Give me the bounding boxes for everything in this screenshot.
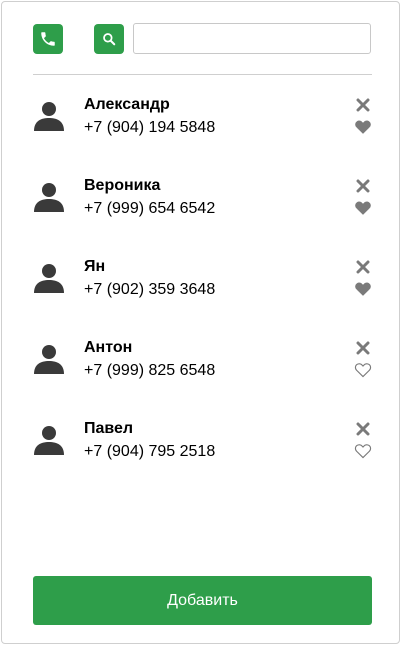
contact-item[interactable]: Вероника +7 (999) 654 6542 [33,169,372,250]
search-icon [103,33,116,46]
close-icon[interactable] [356,341,370,355]
user-avatar-icon [34,426,64,455]
contact-name: Вероника [84,177,161,194]
contact-name: Александр [84,96,170,113]
heart-filled-icon[interactable] [354,119,372,135]
contact-phone: +7 (999) 654 6542 [84,200,216,217]
contact-item[interactable]: Александр +7 (904) 194 5848 [33,88,372,169]
contact-phone: +7 (902) 359 3648 [84,281,216,298]
user-avatar-icon [34,183,64,212]
add-button[interactable]: Добавить [33,576,372,625]
heart-filled-icon[interactable] [354,200,372,216]
close-icon[interactable] [356,260,370,274]
user-avatar-icon [34,102,64,131]
contact-phone: +7 (904) 194 5848 [84,119,216,136]
contact-name: Антон [84,339,133,356]
phone-icon [41,32,55,46]
contact-item[interactable]: Павел +7 (904) 795 2518 [33,412,372,493]
search-input[interactable] [133,23,371,54]
close-icon[interactable] [356,179,370,193]
heart-outline-icon[interactable] [354,362,372,378]
contacts-panel: Александр +7 (904) 194 5848 Вероника +7 … [1,1,400,644]
contact-phone: +7 (999) 825 6548 [84,362,216,379]
phone-button[interactable] [33,24,63,54]
contact-list: Александр +7 (904) 194 5848 Вероника +7 … [33,88,372,493]
search-button[interactable] [94,24,124,54]
contact-phone: +7 (904) 795 2518 [84,443,216,460]
contact-name: Ян [84,258,106,275]
contact-name: Павел [84,420,134,437]
user-avatar-icon [34,264,64,293]
user-avatar-icon [34,345,64,374]
toolbar [33,23,372,56]
contact-item[interactable]: Ян +7 (902) 359 3648 [33,250,372,331]
close-icon[interactable] [356,422,370,436]
divider [33,74,372,75]
heart-outline-icon[interactable] [354,443,372,459]
close-icon[interactable] [356,98,370,112]
heart-filled-icon[interactable] [354,281,372,297]
contact-item[interactable]: Антон +7 (999) 825 6548 [33,331,372,412]
